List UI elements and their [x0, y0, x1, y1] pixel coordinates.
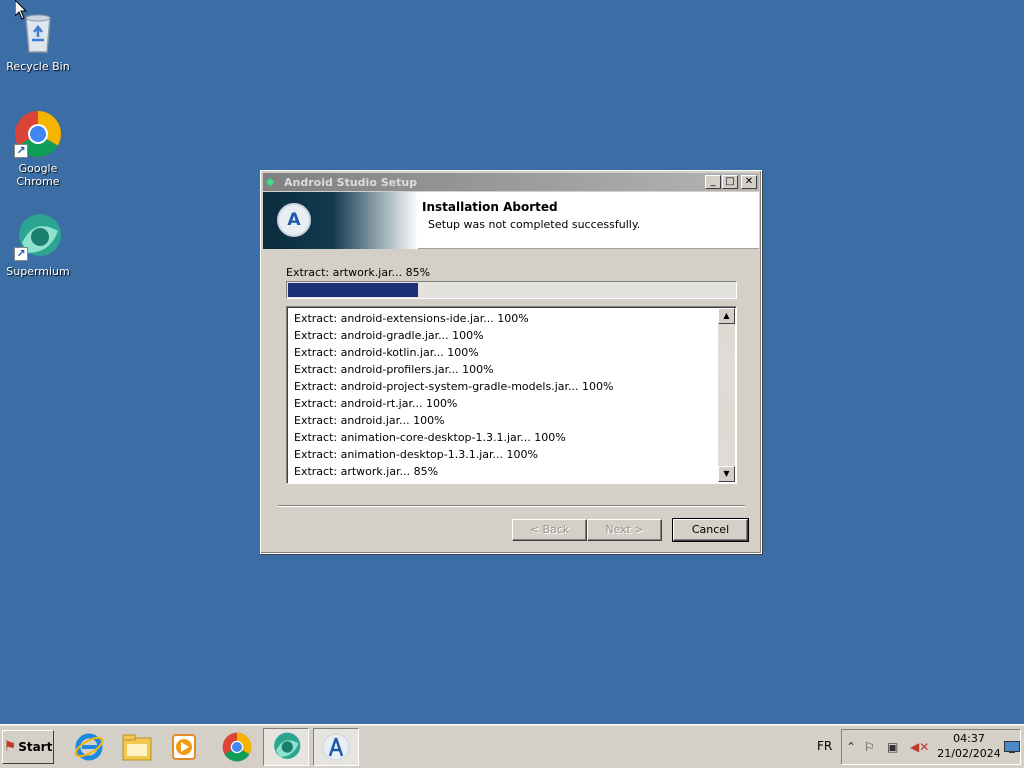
- title-bar[interactable]: ◆ Android Studio Setup _ □ ✕: [263, 173, 759, 191]
- start-label: Start: [18, 740, 53, 754]
- supermium-icon: ↗: [14, 213, 62, 261]
- file-explorer-icon: [122, 734, 152, 761]
- log-list: Extract: android-extensions-ide.jar... 1…: [294, 310, 613, 480]
- minimize-button[interactable]: _: [705, 175, 721, 189]
- desktop-icon-label: Supermium: [6, 265, 70, 278]
- vertical-scrollbar[interactable]: ▲ ▼: [718, 308, 735, 482]
- progress-bar: [286, 281, 737, 299]
- taskbar-internet-explorer[interactable]: [66, 728, 112, 766]
- supermium-icon: [274, 732, 301, 759]
- taskbar-chrome[interactable]: [214, 728, 260, 766]
- clock-time: 04:37: [953, 732, 985, 745]
- desktop-icon-google-chrome[interactable]: ↗ Google Chrome: [0, 110, 78, 188]
- header-title: Installation Aborted: [422, 200, 558, 214]
- log-line: Extract: android-kotlin.jar... 100%: [294, 346, 479, 359]
- show-desktop-icon[interactable]: [1004, 741, 1020, 753]
- shortcut-arrow-icon: ↗: [14, 247, 28, 261]
- taskbar-media-player[interactable]: [161, 728, 207, 766]
- window-title: Android Studio Setup: [284, 175, 418, 189]
- log-line: Extract: animation-core-desktop-1.3.1.ja…: [294, 431, 566, 444]
- desktop-icon-recycle-bin[interactable]: Recycle Bin: [0, 8, 78, 73]
- setup-window: ◆ Android Studio Setup _ □ ✕ A Installat…: [260, 170, 762, 554]
- action-center-flag-icon[interactable]: ⚐: [864, 740, 875, 754]
- log-line: Extract: artwork.jar... 85%: [294, 465, 439, 478]
- android-studio-logo-icon: A: [277, 203, 311, 237]
- scroll-down-arrow-icon[interactable]: ▼: [718, 466, 735, 482]
- language-indicator[interactable]: FR: [817, 739, 832, 753]
- log-line: Extract: android-project-system-gradle-m…: [294, 380, 614, 393]
- taskbar-file-explorer[interactable]: [114, 728, 160, 766]
- windows-flag-icon: ⚑: [3, 739, 17, 755]
- recycle-bin-icon: [14, 8, 62, 56]
- next-button[interactable]: Next >: [587, 519, 662, 541]
- header-banner: A: [263, 192, 418, 249]
- wizard-header: A Installation Aborted Setup was not com…: [263, 192, 759, 249]
- maximize-button[interactable]: □: [722, 175, 738, 189]
- taskbar-android-studio-setup[interactable]: [313, 728, 359, 766]
- desktop-icon-label: Google Chrome: [16, 162, 60, 188]
- log-line: Extract: android-gradle.jar... 100%: [294, 329, 484, 342]
- back-button[interactable]: < Back: [512, 519, 587, 541]
- log-line: Extract: animation-desktop-1.3.1.jar... …: [294, 448, 538, 461]
- chrome-icon: ↗: [14, 110, 62, 158]
- volume-muted-icon[interactable]: ◀✕: [910, 740, 929, 754]
- chrome-icon: [222, 732, 252, 762]
- clock-date: 21/02/2024: [937, 747, 1001, 760]
- desktop-icon-label: Recycle Bin: [6, 60, 70, 73]
- start-button[interactable]: ⚑ Start: [2, 730, 54, 764]
- taskbar: ⚑ Start FR ⌃ ⚐ ▣ ◀✕ 04:37 21/02/2024: [0, 724, 1024, 768]
- log-line: Extract: android-extensions-ide.jar... 1…: [294, 312, 529, 325]
- desktop-icon-supermium[interactable]: ↗ Supermium: [0, 213, 78, 278]
- android-app-icon: ◆: [266, 175, 275, 188]
- android-studio-setup-icon: [322, 733, 350, 761]
- cancel-button[interactable]: Cancel: [672, 518, 749, 542]
- media-player-icon: [172, 734, 196, 760]
- header-subtitle: Setup was not completed successfully.: [428, 218, 641, 231]
- progress-fill: [288, 283, 418, 297]
- scroll-up-arrow-icon[interactable]: ▲: [718, 308, 735, 324]
- separator: [278, 505, 745, 507]
- network-icon[interactable]: ▣: [887, 740, 898, 754]
- shortcut-arrow-icon: ↗: [14, 144, 28, 158]
- close-button[interactable]: ✕: [741, 175, 757, 189]
- details-log[interactable]: Extract: android-extensions-ide.jar... 1…: [286, 306, 737, 484]
- system-clock[interactable]: 04:37 21/02/2024: [935, 731, 1003, 761]
- log-line: Extract: android-profilers.jar... 100%: [294, 363, 494, 376]
- log-line: Extract: android-rt.jar... 100%: [294, 397, 458, 410]
- log-line: Extract: android.jar... 100%: [294, 414, 445, 427]
- internet-explorer-icon: [74, 733, 104, 761]
- current-status-text: Extract: artwork.jar... 85%: [286, 266, 431, 279]
- taskbar-supermium[interactable]: [263, 728, 309, 766]
- show-hidden-icons-chevron-icon[interactable]: ⌃: [846, 740, 856, 754]
